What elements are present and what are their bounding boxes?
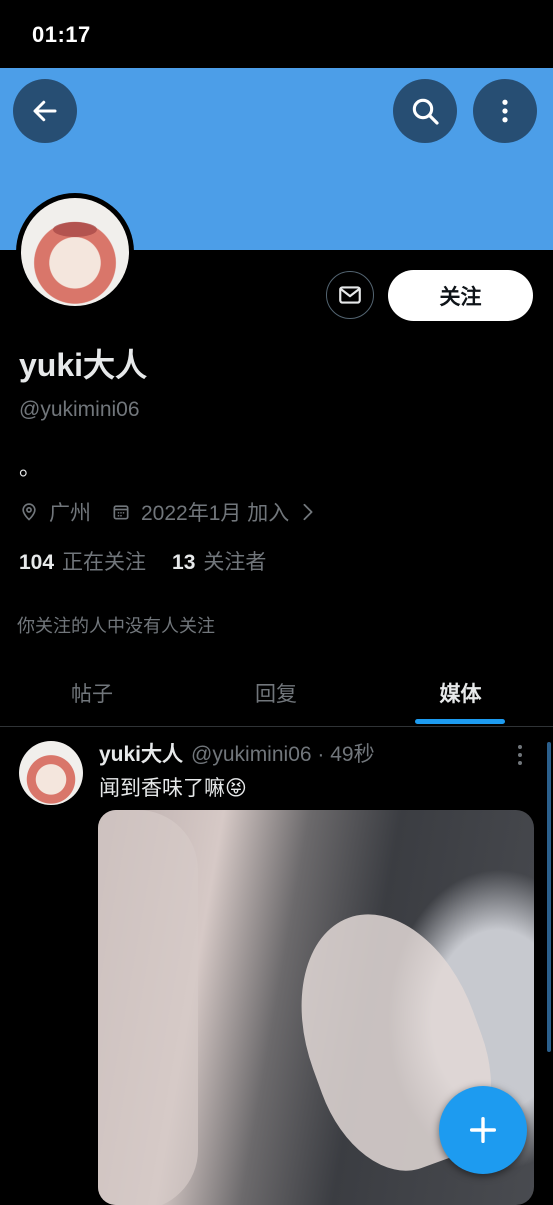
compose-button[interactable] [439,1086,527,1174]
search-icon [412,98,439,125]
more-options-button[interactable] [473,79,537,143]
follow-stats: 104 正在关注 13 关注者 [19,546,266,576]
profile-avatar[interactable] [16,193,134,311]
tab-posts[interactable]: 帖子 [0,660,184,726]
joined-date[interactable]: 2022年1月 加入 [141,497,289,527]
post-text: 闻到香味了嘛😝 [99,777,247,800]
display-name: yuki大人 [19,347,148,383]
followed-by-note: 你关注的人中没有人关注 [17,616,215,636]
tab-media[interactable]: 媒体 [368,660,553,726]
profile-bio: 。 [19,455,42,480]
location-text: 广州 [49,502,91,525]
avatar-image [21,198,129,306]
scrollbar[interactable] [547,742,551,1052]
arrow-left-icon [33,100,57,122]
plus-icon [469,1116,497,1144]
search-button[interactable] [393,79,457,143]
post-handle-time: @yukimini06 · 49秒 [191,743,375,766]
followers-count[interactable]: 13 [172,551,195,575]
back-button[interactable] [13,79,77,143]
location-pin-icon [22,503,36,521]
status-time: 01:17 [32,22,91,47]
following-count[interactable]: 104 [19,551,54,575]
envelope-icon [339,286,361,304]
calendar-icon [113,505,129,520]
post-avatar[interactable] [19,741,83,805]
followers-label[interactable]: 关注者 [203,546,266,576]
profile-handle: @yukimini06 [19,398,140,421]
following-label[interactable]: 正在关注 [62,546,146,576]
profile-meta: 广州 2022年1月 加入 [19,497,325,527]
status-bar: 01:17 [0,0,553,68]
follow-button[interactable]: 关注 [388,270,533,321]
post-author-name[interactable]: yuki大人 [99,738,183,768]
chevron-right-icon[interactable] [301,503,315,521]
active-tab-indicator [415,719,505,724]
post-header: yuki大人 @yukimini06 · 49秒 [99,738,375,768]
profile-tabs: 帖子 回复 媒体 [0,660,553,727]
tab-replies[interactable]: 回复 [184,660,368,726]
more-vertical-icon [518,745,522,765]
message-button[interactable] [326,271,374,319]
post-more-button[interactable] [508,740,532,770]
more-vertical-icon [502,99,508,123]
